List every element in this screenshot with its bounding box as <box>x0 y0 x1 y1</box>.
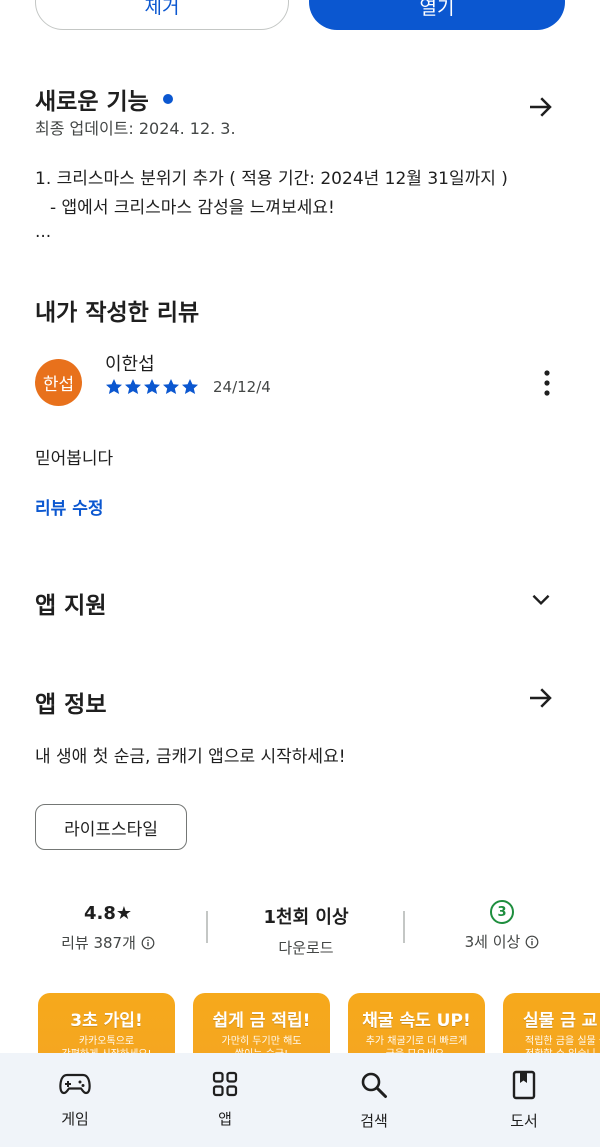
screenshot-subtitle: 카카오톡으로 <box>78 1036 135 1047</box>
my-review-title: 내가 작성한 리뷰 <box>35 300 200 326</box>
bottom-navigation: 게임 앱 검색 도서 <box>0 1053 600 1147</box>
nav-games-label: 게임 <box>61 1110 89 1128</box>
screenshot-title: 채굴 속도 UP! <box>362 1011 471 1031</box>
gamepad-icon <box>59 1073 91 1095</box>
screenshot-title: 실물 금 교 <box>523 1011 598 1031</box>
nav-apps[interactable]: 앱 <box>165 1070 285 1129</box>
chevron-down-icon[interactable] <box>528 586 554 616</box>
nav-books-label: 도서 <box>510 1112 538 1130</box>
age-badge-icon: 3 <box>490 900 514 924</box>
book-icon <box>512 1070 536 1100</box>
nav-search-label: 검색 <box>360 1112 388 1130</box>
screenshot-subtitle: 적립한 금을 실물 금 <box>525 1036 600 1047</box>
info-icon <box>525 935 539 948</box>
remove-button[interactable]: 제거 <box>35 0 289 30</box>
new-indicator-dot <box>162 94 173 104</box>
rating-stat: 4.8★ 리뷰 387개 <box>38 903 178 953</box>
whats-new-header[interactable]: 새로운 기능 <box>35 82 173 116</box>
whats-new-title: 새로운 기능 <box>35 89 149 115</box>
screenshot-subtitle: 가만히 두기만 해도 <box>221 1036 302 1047</box>
age-label: 3세 이상 <box>432 931 572 952</box>
app-info-title[interactable]: 앱 정보 <box>35 685 107 719</box>
nav-games[interactable]: 게임 <box>15 1070 135 1129</box>
open-button[interactable]: 열기 <box>309 0 565 30</box>
stat-divider <box>403 911 405 943</box>
nav-books[interactable]: 도서 <box>464 1070 584 1131</box>
nav-search[interactable]: 검색 <box>314 1070 434 1131</box>
stat-divider <box>206 911 208 943</box>
screenshot-subtitle: 추가 채굴기로 더 빠르게 <box>365 1036 468 1047</box>
info-icon <box>141 936 155 949</box>
whats-new-ellipsis: ... <box>35 222 52 242</box>
review-text: 믿어봅니다 <box>35 449 114 469</box>
whats-new-line-1: 1. 크리스마스 분위기 추가 ( 적용 기간: 2024년 12월 31일까지… <box>35 169 508 189</box>
downloads-value: 1천회 이상 <box>263 907 349 928</box>
screenshot-title: 3초 가입! <box>70 1011 143 1031</box>
whats-new-arrow-icon[interactable] <box>525 92 555 126</box>
rating-label-text: 리뷰 387개 <box>61 934 136 952</box>
apps-grid-icon <box>212 1071 238 1097</box>
whats-new-line-2: - 앱에서 크리스마스 감성을 느껴보세요! <box>50 198 335 218</box>
nav-apps-label: 앱 <box>218 1110 232 1128</box>
search-icon <box>361 1072 387 1098</box>
category-chip[interactable]: 라이프스타일 <box>35 804 187 850</box>
review-date: 24/12/4 <box>213 378 271 396</box>
avatar: 한섭 <box>35 359 82 406</box>
star-rating-icon <box>106 379 198 394</box>
last-updated: 최종 업데이트: 2024. 12. 3. <box>35 119 236 138</box>
reviewer-name: 이한섭 <box>105 354 155 375</box>
age-label-text: 3세 이상 <box>464 933 521 951</box>
downloads-label: 다운로드 <box>278 939 334 957</box>
app-info-arrow-icon[interactable] <box>525 683 555 717</box>
age-rating-stat: 3 3세 이상 <box>432 900 572 952</box>
more-options-icon[interactable] <box>535 369 559 401</box>
app-support-title[interactable]: 앱 지원 <box>35 586 107 620</box>
edit-review-link[interactable]: 리뷰 수정 <box>35 494 103 519</box>
rating-value: 4.8★ <box>83 903 133 924</box>
app-description: 내 생애 첫 순금, 금캐기 앱으로 시작하세요! <box>35 747 346 767</box>
review-rating: 24/12/4 <box>105 378 271 396</box>
downloads-stat: 1천회 이상 다운로드 <box>236 903 376 958</box>
rating-label: 리뷰 387개 <box>38 932 178 953</box>
screenshot-title: 쉽게 금 적립! <box>212 1011 311 1031</box>
